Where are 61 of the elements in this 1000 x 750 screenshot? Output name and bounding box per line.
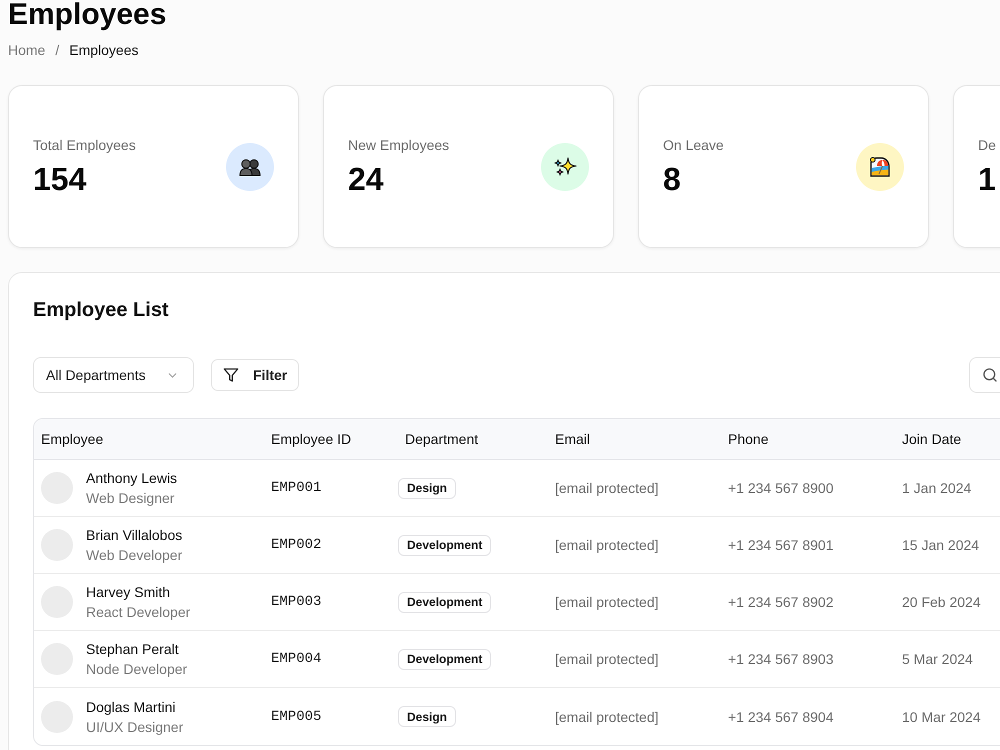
employee-id: EMP005 (271, 708, 322, 724)
stat-value: 154 (33, 161, 86, 197)
stat-label: On Leave (663, 136, 724, 154)
employee-name: Stephan Peralt (86, 640, 179, 659)
employee-name: Anthony Lewis (86, 469, 178, 488)
join-date-text: 15 Jan 2024 (902, 537, 980, 553)
employee-role: Node Developer (86, 660, 188, 679)
phone-text: +1 234 567 8900 (728, 480, 834, 496)
breadcrumb-current: Employees (69, 41, 139, 59)
department-badge: Development (398, 534, 492, 556)
page-title: Employees (8, 0, 166, 30)
join-date-text: 5 Mar 2024 (902, 651, 973, 667)
phone-text: +1 234 567 8902 (728, 594, 834, 610)
stat-label: De (978, 136, 996, 154)
stat-value: 24 (348, 161, 384, 197)
column-header: Email (555, 431, 590, 447)
panel-title: Employee List (33, 298, 169, 322)
employee-id: EMP001 (271, 480, 322, 496)
filter-button[interactable]: Filter (211, 359, 300, 391)
department-badge: Development (398, 592, 492, 612)
department-dropdown[interactable]: All Departments (33, 357, 194, 393)
stat-value: 1 (978, 161, 996, 197)
employee-id: EMP003 (271, 594, 322, 610)
email-text: [email protected] (555, 537, 658, 553)
join-date-text: 1 Jan 2024 (902, 480, 972, 496)
employee-role: Web Developer (86, 546, 182, 565)
stat-value: 8 (663, 161, 681, 197)
employee-role: Web Designer (86, 489, 174, 508)
phone-text: +1 234 567 8903 (728, 651, 834, 667)
email-text: [email protected] (555, 708, 658, 724)
filter-icon (223, 367, 239, 383)
column-header: Department (405, 431, 478, 447)
breadcrumb-link[interactable]: Home (8, 41, 46, 59)
column-header: Join Date (902, 431, 962, 447)
employee-name: Harvey Smith (86, 583, 170, 602)
breadcrumb-separator: / (55, 41, 60, 59)
join-date-text: 10 Mar 2024 (902, 708, 981, 724)
column-header: Phone (728, 431, 768, 447)
department-badge: Development (398, 648, 492, 670)
stat-label: New Employees (348, 136, 450, 154)
email-text: [email protected] (555, 594, 658, 610)
employee-id: EMP004 (271, 651, 322, 667)
employee-id: EMP002 (271, 537, 322, 553)
join-date-text: 20 Feb 2024 (902, 594, 981, 610)
email-text: [email protected] (555, 480, 658, 496)
column-header: Employee (41, 431, 104, 447)
employee-name: Doglas Martini (86, 698, 176, 716)
phone-text: +1 234 567 8901 (728, 537, 834, 553)
column-header: Employee ID (271, 431, 352, 447)
phone-text: +1 234 567 8904 (728, 708, 834, 724)
department-badge: Design (398, 478, 456, 498)
beach-umbrella-icon (856, 142, 904, 190)
people-icon (226, 142, 274, 190)
employee-role: UI/UX Designer (86, 718, 184, 736)
employee-name: Brian Villalobos (86, 526, 182, 545)
employee-role: React Developer (86, 603, 190, 622)
department-badge: Design (398, 706, 456, 727)
stat-label: Total Employees (33, 136, 136, 154)
email-text: [email protected] (555, 651, 658, 667)
sparkles-icon (541, 142, 589, 190)
search-icon (982, 367, 998, 383)
